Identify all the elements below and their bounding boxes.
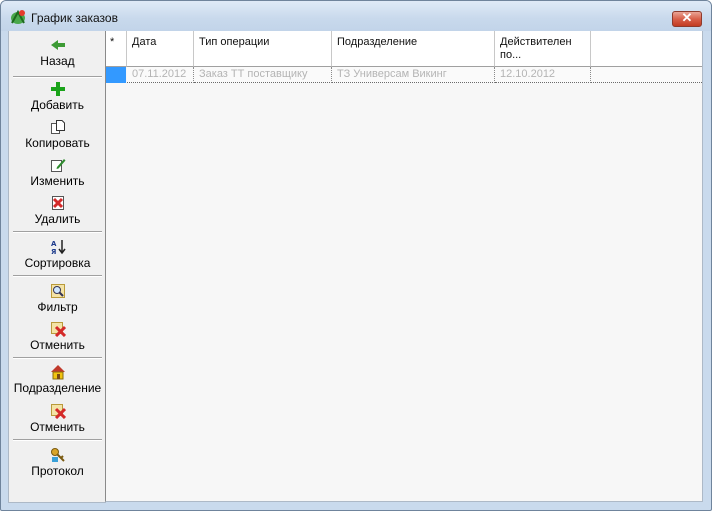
copy-button[interactable]: Копировать (9, 119, 106, 150)
edit-label: Изменить (30, 174, 85, 188)
cancel-filter-label: Отменить (30, 338, 85, 352)
cell-date[interactable]: 07.11.2012 (127, 67, 194, 83)
close-button[interactable]: ✕ (672, 10, 702, 27)
protocol-button[interactable]: Протокол (9, 447, 106, 478)
cell-operation-type[interactable]: Заказ ТТ поставщику (194, 67, 332, 83)
column-header-date[interactable]: Дата (127, 31, 194, 67)
close-icon: ✕ (681, 10, 693, 25)
cancel-department-button[interactable]: Отменить (9, 403, 106, 434)
house-icon (50, 365, 65, 380)
cancel-icon (50, 404, 66, 419)
copy-label: Копировать (25, 136, 90, 150)
copy-icon (50, 120, 65, 134)
svg-text:Я: Я (51, 248, 56, 255)
delete-icon (51, 196, 64, 210)
column-header-department[interactable]: Подразделение (332, 31, 495, 67)
column-header-marker[interactable]: * (106, 31, 127, 67)
cancel-department-label: Отменить (30, 420, 85, 434)
cancel-icon (50, 322, 66, 337)
separator (13, 357, 102, 359)
add-button[interactable]: Добавить (9, 81, 106, 112)
sort-icon: AЯ (51, 240, 66, 255)
svg-text:A: A (51, 240, 57, 248)
filter-icon (50, 284, 65, 298)
row-selector[interactable] (106, 67, 126, 83)
separator (13, 76, 102, 78)
main-window: График заказов ✕ Назад Добавить Копирова… (0, 0, 712, 511)
cell-valid-until[interactable]: 12.10.2012 (495, 67, 591, 83)
filter-button[interactable]: Фильтр (9, 283, 106, 314)
add-label: Добавить (30, 98, 85, 112)
toolbar-sidebar: Назад Добавить Копировать Изменить Удали… (8, 31, 106, 503)
window-title: График заказов (31, 11, 118, 25)
separator (13, 275, 102, 277)
back-arrow-icon (50, 40, 65, 50)
edit-icon (50, 159, 65, 172)
delete-label: Удалить (34, 212, 81, 226)
department-button[interactable]: Подразделение (9, 364, 106, 395)
title-bar[interactable]: График заказов ✕ (1, 1, 711, 31)
department-label: Подразделение (13, 381, 102, 395)
app-icon (11, 9, 25, 24)
protocol-icon (50, 448, 65, 462)
cell-filler (591, 67, 702, 83)
back-button[interactable]: Назад (9, 37, 106, 68)
separator (13, 439, 102, 441)
column-header-filler (591, 31, 702, 67)
separator (13, 231, 102, 233)
cell-department[interactable]: ТЗ Универсам Викинг (332, 67, 495, 83)
column-header-valid-until[interactable]: Действителен по... (495, 31, 591, 67)
orders-grid[interactable]: * Дата Тип операции Подразделение Действ… (105, 31, 703, 502)
back-label: Назад (40, 54, 75, 68)
protocol-label: Протокол (31, 464, 84, 478)
sort-button[interactable]: AЯ Сортировка (9, 239, 106, 270)
filter-label: Фильтр (37, 300, 78, 314)
cancel-filter-button[interactable]: Отменить (9, 321, 106, 352)
delete-button[interactable]: Удалить (9, 195, 106, 226)
edit-button[interactable]: Изменить (9, 157, 106, 188)
sort-label: Сортировка (24, 256, 91, 270)
column-header-operation-type[interactable]: Тип операции (194, 31, 332, 67)
plus-icon (50, 82, 65, 96)
